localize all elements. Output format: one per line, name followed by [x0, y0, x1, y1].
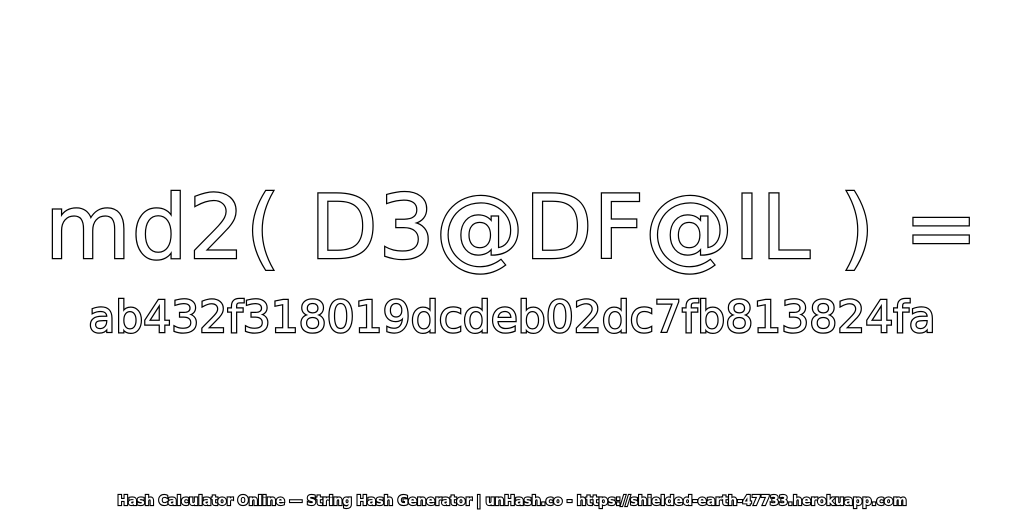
hash-expression: md2( D3@DF@IL ) =: [44, 176, 980, 279]
hash-card: md2( D3@DF@IL ) = ab432f318019dcdeb02dc7…: [0, 0, 1024, 512]
hash-result: ab432f318019dcdeb02dc7fb813824fa: [87, 291, 937, 345]
footer-credit: Hash Calculator Online — String Hash Gen…: [116, 493, 908, 510]
